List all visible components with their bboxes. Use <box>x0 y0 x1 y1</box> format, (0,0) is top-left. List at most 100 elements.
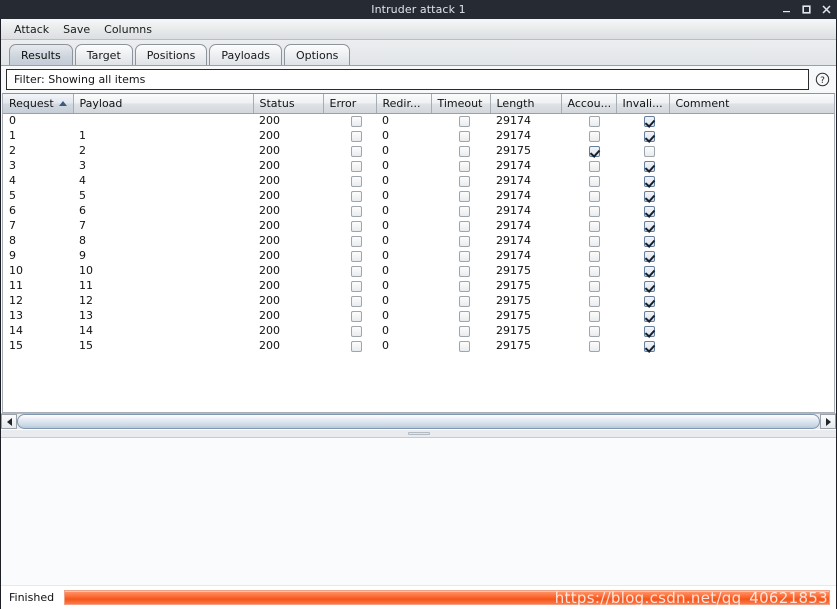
invalid-checkbox[interactable] <box>644 340 655 352</box>
account-checkbox[interactable] <box>589 160 600 172</box>
table-row[interactable]: 11 11 200 0 29175 <box>3 278 834 293</box>
timeout-checkbox[interactable] <box>459 130 470 142</box>
column-header-redirect[interactable]: Redir... <box>376 94 432 114</box>
column-header-payload[interactable]: Payload <box>73 94 254 114</box>
timeout-checkbox[interactable] <box>459 220 470 232</box>
pane-splitter[interactable] <box>1 429 836 438</box>
invalid-checkbox[interactable] <box>644 160 655 172</box>
timeout-checkbox[interactable] <box>459 325 470 337</box>
tab-results[interactable]: Results <box>9 44 73 65</box>
timeout-checkbox[interactable] <box>459 280 470 292</box>
timeout-checkbox[interactable] <box>459 235 470 247</box>
timeout-checkbox[interactable] <box>459 250 470 262</box>
table-row[interactable]: 4 4 200 0 29174 <box>3 173 834 188</box>
table-row[interactable]: 10 10 200 0 29175 <box>3 263 834 278</box>
minimize-icon[interactable] <box>781 4 792 15</box>
menu-item-columns[interactable]: Columns <box>97 21 159 38</box>
menu-item-save[interactable]: Save <box>56 21 97 38</box>
question-mark-icon[interactable]: ? <box>812 69 832 90</box>
scrollbar-thumb[interactable] <box>17 414 820 429</box>
column-header-status[interactable]: Status <box>253 94 324 114</box>
invalid-checkbox[interactable] <box>644 115 655 127</box>
timeout-checkbox[interactable] <box>459 205 470 217</box>
invalid-checkbox[interactable] <box>644 190 655 202</box>
table-row[interactable]: 15 15 200 0 29175 <box>3 338 834 353</box>
error-checkbox[interactable] <box>351 145 362 157</box>
column-header-timeout[interactable]: Timeout <box>431 94 491 114</box>
account-checkbox[interactable] <box>589 190 600 202</box>
invalid-checkbox[interactable] <box>644 280 655 292</box>
account-checkbox[interactable] <box>589 325 600 337</box>
account-checkbox[interactable] <box>589 130 600 142</box>
account-checkbox[interactable] <box>589 310 600 322</box>
invalid-checkbox[interactable] <box>644 145 655 157</box>
error-checkbox[interactable] <box>351 250 362 262</box>
error-checkbox[interactable] <box>351 280 362 292</box>
table-row[interactable]: 14 14 200 0 29175 <box>3 323 834 338</box>
table-row[interactable]: 3 3 200 0 29174 <box>3 158 834 173</box>
account-checkbox[interactable] <box>589 250 600 262</box>
filter-bar[interactable]: Filter: Showing all items <box>6 69 809 90</box>
account-checkbox[interactable] <box>589 205 600 217</box>
error-checkbox[interactable] <box>351 295 362 307</box>
account-checkbox[interactable] <box>589 295 600 307</box>
error-checkbox[interactable] <box>351 115 362 127</box>
invalid-checkbox[interactable] <box>644 235 655 247</box>
invalid-checkbox[interactable] <box>644 250 655 262</box>
error-checkbox[interactable] <box>351 340 362 352</box>
timeout-checkbox[interactable] <box>459 115 470 127</box>
account-checkbox[interactable] <box>589 265 600 277</box>
tab-options[interactable]: Options <box>283 44 351 65</box>
invalid-checkbox[interactable] <box>644 310 655 322</box>
invalid-checkbox[interactable] <box>644 205 655 217</box>
table-row[interactable]: 5 5 200 0 29174 <box>3 188 834 203</box>
error-checkbox[interactable] <box>351 265 362 277</box>
error-checkbox[interactable] <box>351 190 362 202</box>
tab-payloads[interactable]: Payloads <box>209 44 282 65</box>
invalid-checkbox[interactable] <box>644 325 655 337</box>
menu-item-attack[interactable]: Attack <box>7 21 56 38</box>
column-header-length[interactable]: Length <box>490 94 562 114</box>
table-row[interactable]: 13 13 200 0 29175 <box>3 308 834 323</box>
column-header-error[interactable]: Error <box>323 94 377 114</box>
tab-positions[interactable]: Positions <box>134 44 208 65</box>
error-checkbox[interactable] <box>351 130 362 142</box>
invalid-checkbox[interactable] <box>644 130 655 142</box>
table-row[interactable]: 6 6 200 0 29174 <box>3 203 834 218</box>
error-checkbox[interactable] <box>351 175 362 187</box>
maximize-icon[interactable] <box>801 4 812 15</box>
account-checkbox[interactable] <box>589 115 600 127</box>
timeout-checkbox[interactable] <box>459 295 470 307</box>
splitter-grip[interactable] <box>407 432 430 435</box>
timeout-checkbox[interactable] <box>459 310 470 322</box>
timeout-checkbox[interactable] <box>459 160 470 172</box>
table-row[interactable]: 8 8 200 0 29174 <box>3 233 834 248</box>
arrow-right-icon[interactable] <box>820 414 836 429</box>
table-row[interactable]: 2 2 200 0 29175 <box>3 143 834 158</box>
column-header-account[interactable]: Accou... <box>561 94 617 114</box>
error-checkbox[interactable] <box>351 160 362 172</box>
timeout-checkbox[interactable] <box>459 190 470 202</box>
tab-target[interactable]: Target <box>74 44 133 65</box>
error-checkbox[interactable] <box>351 235 362 247</box>
error-checkbox[interactable] <box>351 310 362 322</box>
scrollbar-track[interactable] <box>17 414 820 429</box>
column-header-invalid[interactable]: Invali... <box>616 94 670 114</box>
table-row[interactable]: 0 200 0 29174 <box>3 113 834 128</box>
arrow-left-icon[interactable] <box>1 414 17 429</box>
timeout-checkbox[interactable] <box>459 145 470 157</box>
invalid-checkbox[interactable] <box>644 295 655 307</box>
column-header-comment[interactable]: Comment <box>669 94 834 114</box>
close-icon[interactable] <box>821 4 832 15</box>
error-checkbox[interactable] <box>351 325 362 337</box>
table-row[interactable]: 7 7 200 0 29174 <box>3 218 834 233</box>
account-checkbox[interactable] <box>589 340 600 352</box>
account-checkbox[interactable] <box>589 235 600 247</box>
account-checkbox[interactable] <box>589 280 600 292</box>
timeout-checkbox[interactable] <box>459 340 470 352</box>
table-row[interactable]: 12 12 200 0 29175 <box>3 293 834 308</box>
column-header-request[interactable]: Request <box>3 94 74 114</box>
error-checkbox[interactable] <box>351 205 362 217</box>
error-checkbox[interactable] <box>351 220 362 232</box>
invalid-checkbox[interactable] <box>644 220 655 232</box>
